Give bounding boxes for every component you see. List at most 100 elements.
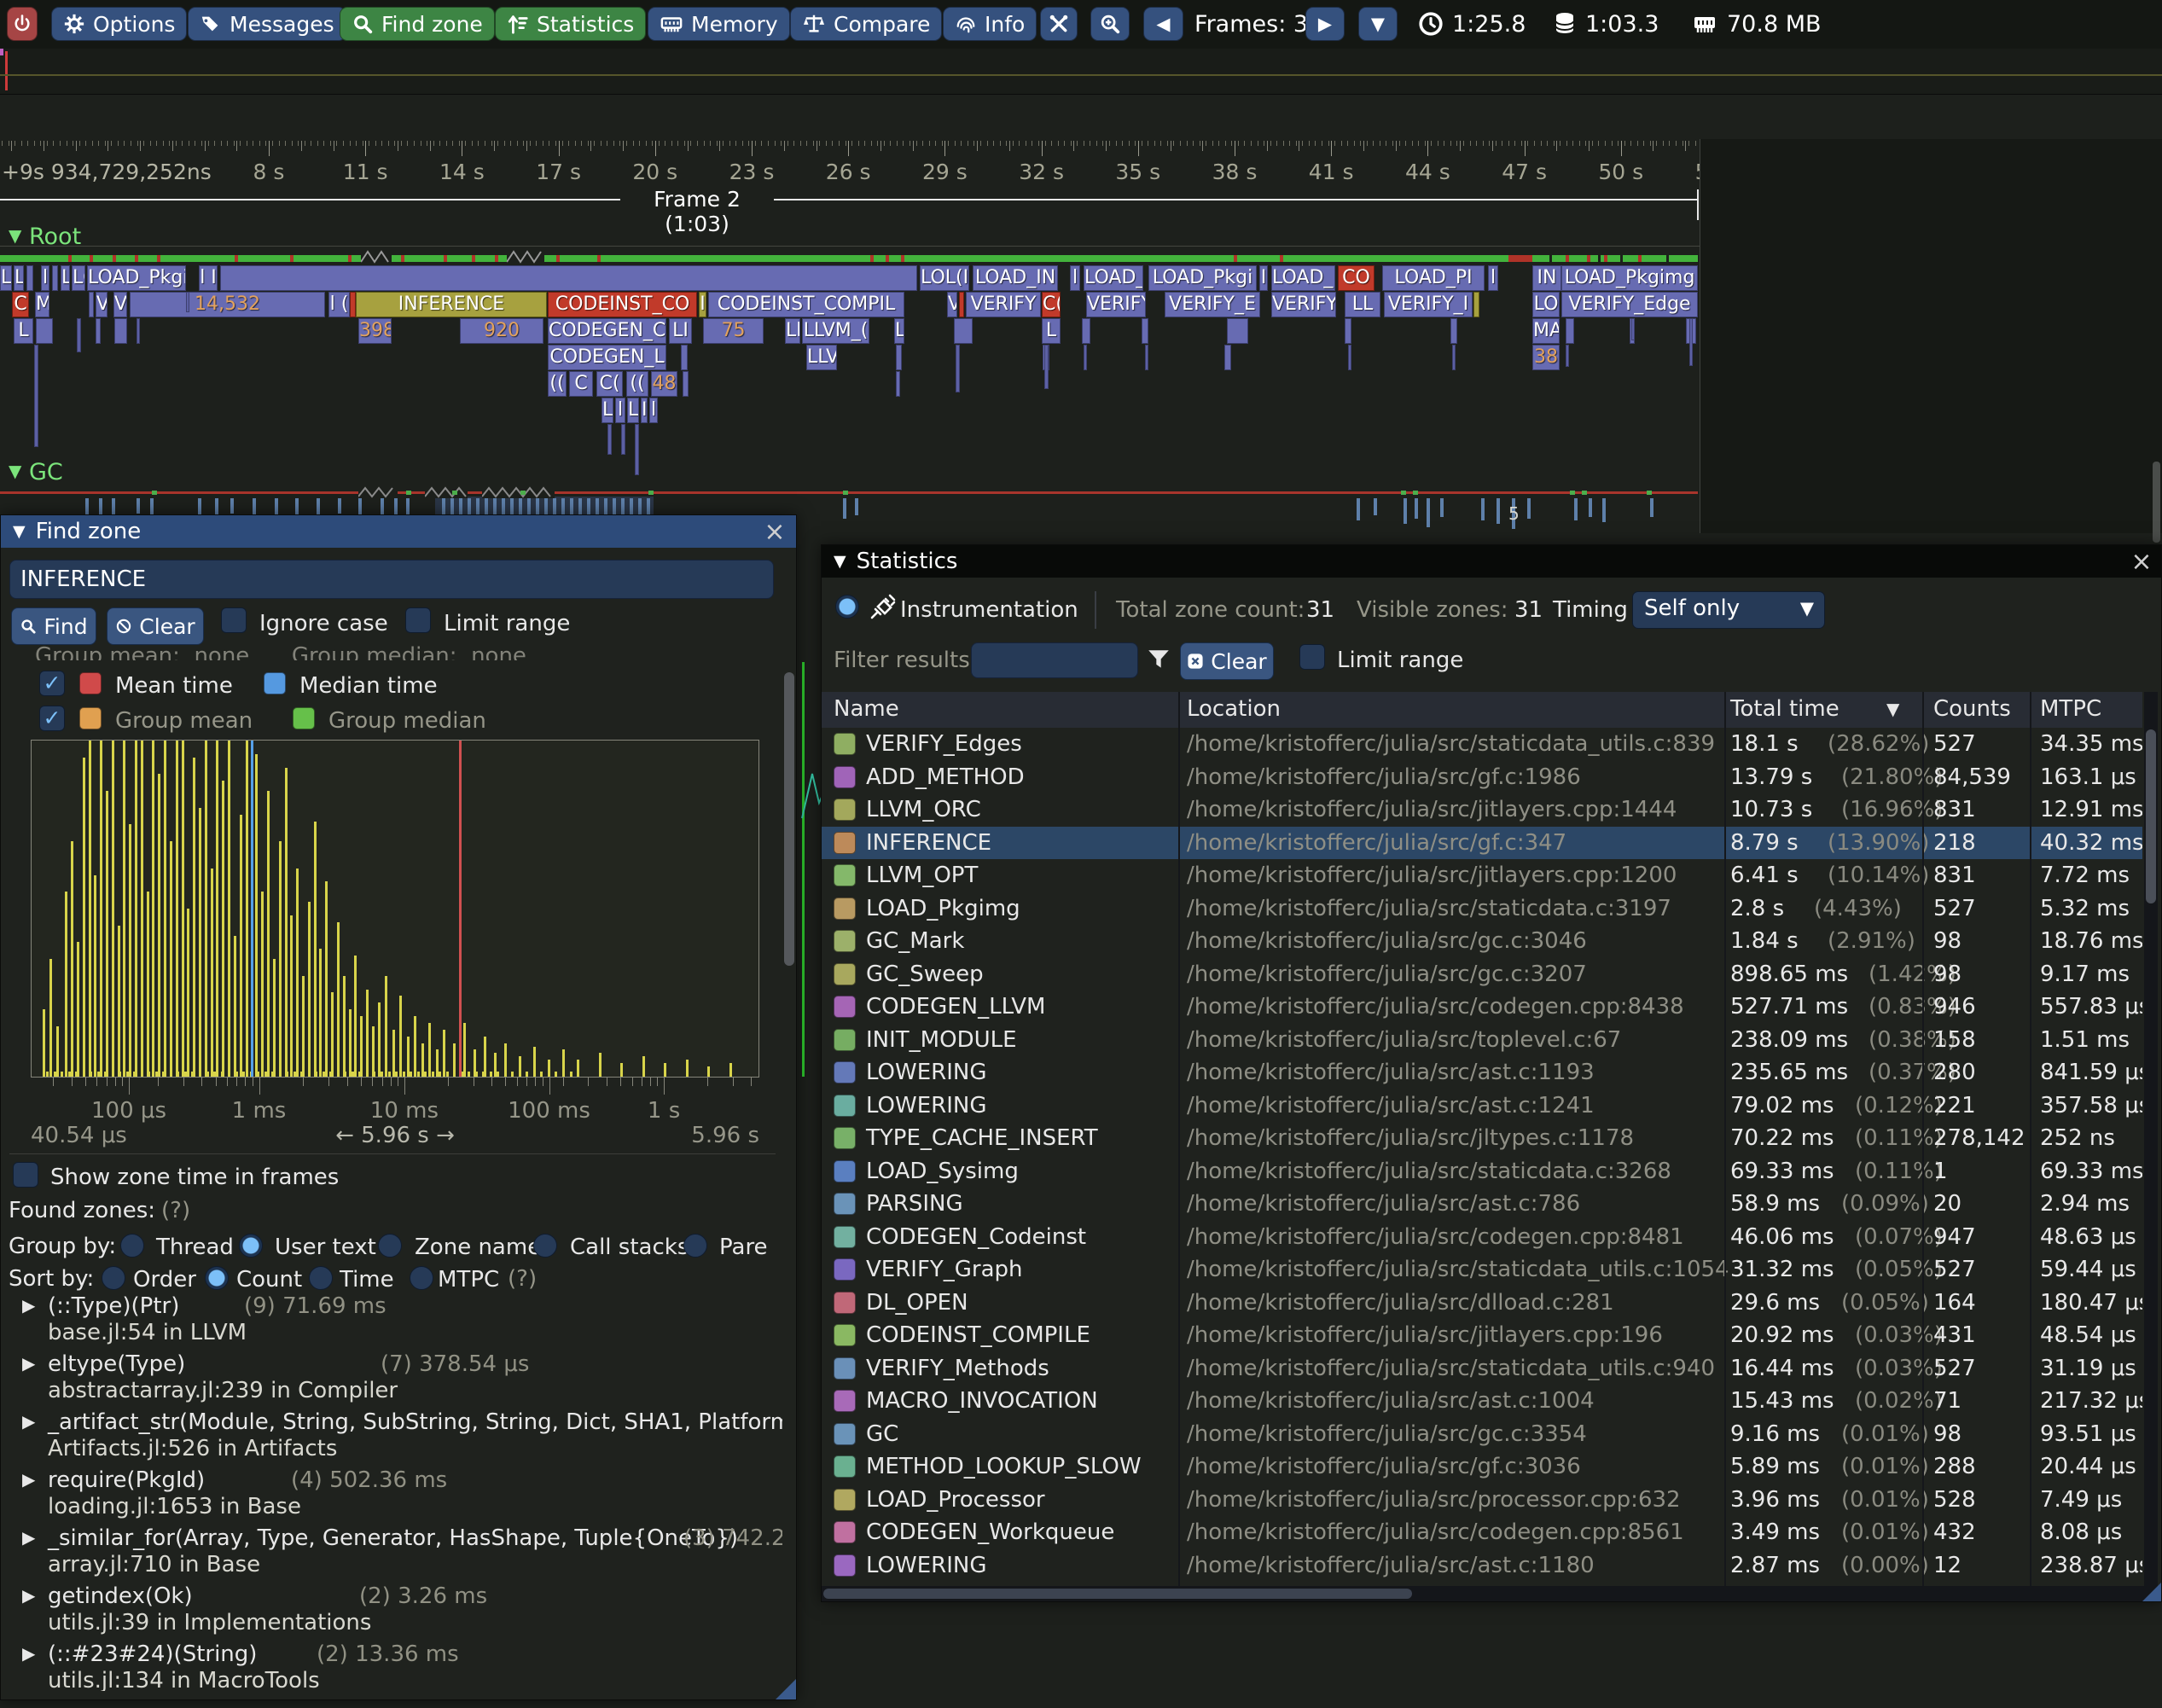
group-by-radio-zone-name[interactable] — [378, 1234, 402, 1258]
flame-zone[interactable]: l ( — [328, 292, 350, 317]
stats-table-row[interactable]: PARSING/home/kristofferc/julia/src/ast.c… — [822, 1188, 2142, 1220]
flame-zone[interactable]: LOAD_IN — [973, 265, 1058, 291]
find-zone-titlebar[interactable]: ▼ Find zone × — [1, 515, 796, 548]
limit-range-checkbox[interactable] — [405, 607, 431, 633]
stats-table-row[interactable]: LLVM_OPT/home/kristofferc/julia/src/jitl… — [822, 859, 2142, 892]
stats-vertical-scroll-track[interactable] — [2144, 692, 2158, 1587]
found-zone-item[interactable]: ▶(::Type)(Ptr)(9) 71.69 msbase.jl:54 in … — [1, 1293, 782, 1351]
expander-icon[interactable]: ▶ — [22, 1585, 35, 1606]
messages-button[interactable]: Messages — [188, 7, 346, 41]
flame-zone[interactable] — [1082, 318, 1090, 344]
flame-zone[interactable] — [96, 318, 101, 344]
tools-button[interactable] — [1040, 7, 1078, 41]
flame-zone[interactable]: C — [12, 292, 29, 317]
expander-icon[interactable]: ▶ — [22, 1643, 35, 1664]
stats-table-row[interactable]: GC_Mark/home/kristofferc/julia/src/gc.c:… — [822, 925, 2142, 957]
flame-zone[interactable] — [1345, 318, 1351, 344]
column-separator[interactable] — [1178, 692, 1180, 1587]
flame-zone[interactable] — [220, 265, 917, 291]
close-find-zone-button[interactable]: × — [760, 517, 789, 547]
found-zones-list[interactable]: ▶(::Type)(Ptr)(9) 71.69 msbase.jl:54 in … — [1, 1293, 782, 1691]
stats-table-row[interactable]: GC_Sweep/home/kristofferc/julia/src/gc.c… — [822, 958, 2142, 991]
flame-zone[interactable]: 920 — [460, 318, 543, 344]
flame-zone[interactable]: VERIFY — [1086, 292, 1146, 317]
statistics-button[interactable]: Statistics — [495, 7, 646, 41]
flame-zone[interactable]: VERIFY_I — [1384, 292, 1473, 317]
stats-horizontal-scroll-thumb[interactable] — [823, 1589, 1412, 1599]
flame-zone[interactable]: L — [1042, 318, 1061, 344]
flame-zone[interactable] — [52, 265, 58, 291]
found-zone-item[interactable]: ▶_artifact_str(Module, String, SubString… — [1, 1409, 782, 1467]
flame-zone[interactable]: L — [627, 398, 639, 423]
flame-zone[interactable]: LLVM_( — [802, 318, 869, 344]
expander-icon[interactable]: ▶ — [22, 1411, 35, 1432]
flame-zone[interactable]: L — [602, 398, 613, 423]
flame-zone[interactable] — [114, 318, 127, 344]
flame-zone[interactable]: LOL(I — [920, 265, 969, 291]
flame-zone[interactable] — [1227, 318, 1248, 344]
stats-table-row[interactable]: LOAD_Processor/home/kristofferc/julia/sr… — [822, 1484, 2142, 1516]
col-total-time[interactable]: Total time — [1730, 696, 1839, 722]
stats-table-row[interactable]: LOWERING/home/kristofferc/julia/src/ast.… — [822, 1056, 2142, 1089]
flame-zone[interactable]: L — [14, 318, 33, 344]
flame-zone[interactable] — [1566, 318, 1574, 344]
stats-table-row[interactable]: CODEINST_COMPILE/home/kristofferc/julia/… — [822, 1319, 2142, 1351]
mean-time-checkbox[interactable]: ✓ — [39, 671, 65, 696]
flame-zone[interactable]: 38 — [1532, 345, 1560, 370]
stats-table-row[interactable]: CODEGEN_Codeinst/home/kristofferc/julia/… — [822, 1221, 2142, 1253]
find-zone-scroll-track[interactable] — [784, 672, 794, 1628]
stats-table-row[interactable]: INFERENCE/home/kristofferc/julia/src/gf.… — [822, 827, 2142, 859]
find-zone-query-input[interactable] — [9, 560, 774, 599]
timeline-vertical-scrollbar[interactable] — [2153, 462, 2160, 543]
group-by-radio-pare[interactable] — [683, 1234, 707, 1258]
stats-table-row[interactable]: LLVM_ORC/home/kristofferc/julia/src/jitl… — [822, 793, 2142, 826]
group-mean-checkbox[interactable]: ✓ — [39, 706, 65, 731]
stats-table-row[interactable]: LOAD_Pkgimg/home/kristofferc/julia/src/s… — [822, 892, 2142, 925]
find-zone-button[interactable]: Find zone — [340, 7, 495, 41]
flame-zone[interactable] — [896, 345, 902, 370]
find-zone-scroll-thumb[interactable] — [784, 672, 794, 966]
column-separator[interactable] — [1724, 692, 1726, 1587]
stats-table-row[interactable]: LOAD_Sysimg/home/kristofferc/julia/src/s… — [822, 1155, 2142, 1188]
close-statistics-button[interactable]: × — [2127, 547, 2156, 577]
flame-zone[interactable]: L — [14, 265, 24, 291]
flame-zone[interactable]: VERIFY_E — [1165, 292, 1260, 317]
group-by-radio-user-text[interactable] — [239, 1234, 263, 1258]
found-zone-item[interactable]: ▶eltype(Type)(7) 378.54 μsabstractarray.… — [1, 1351, 782, 1409]
flame-zone[interactable]: I — [641, 398, 648, 423]
flame-graph[interactable]: LINLlLLCLOAD_Pkgimgl ILOL(ILOAD_INlLOAD_… — [0, 265, 1698, 455]
zone-time-histogram[interactable] — [31, 740, 759, 1078]
funnel-icon[interactable] — [1146, 646, 1171, 673]
flame-zone[interactable]: I — [1259, 265, 1268, 291]
flame-zone[interactable]: L — [61, 265, 70, 291]
flame-zone[interactable] — [896, 371, 900, 397]
find-button[interactable]: Find — [11, 607, 96, 645]
flame-zone[interactable]: LC — [72, 265, 85, 291]
stats-table-row[interactable]: LOWERING/home/kristofferc/julia/src/ast.… — [822, 1549, 2142, 1582]
stats-table-row[interactable]: CODEGEN_LLVM/home/kristofferc/julia/src/… — [822, 991, 2142, 1023]
flame-zone[interactable] — [954, 318, 973, 344]
flame-zone[interactable]: LO — [1532, 292, 1560, 317]
flame-zone[interactable]: LOAD_Pkgimg — [1561, 265, 1698, 291]
stats-table-row[interactable]: VERIFY_Methods/home/kristofferc/julia/sr… — [822, 1352, 2142, 1385]
flame-zone[interactable]: Ll — [785, 318, 800, 344]
flame-zone[interactable]: IN — [1532, 265, 1561, 291]
flame-zone[interactable]: L — [894, 318, 904, 344]
flame-zone[interactable]: l — [1488, 265, 1498, 291]
sort-by-radio-order[interactable] — [102, 1266, 125, 1290]
instrumentation-radio[interactable] — [835, 595, 859, 619]
stats-table-row[interactable]: DL_OPEN/home/kristofferc/julia/src/dlloa… — [822, 1287, 2142, 1319]
flame-zone[interactable]: CODEINST_COMPIL — [708, 292, 904, 317]
flame-zone[interactable]: I — [699, 292, 706, 317]
found-zone-item[interactable]: ▶_similar_for(Array, Type, Generator, Ha… — [1, 1525, 782, 1583]
flame-zone[interactable] — [1450, 318, 1457, 344]
flame-zone[interactable]: CODEGEN_L — [548, 345, 666, 370]
flame-zone[interactable]: V — [113, 292, 127, 317]
found-zone-item[interactable]: ▶getindex(Ok)(2) 3.26 msutils.jl:39 in I… — [1, 1583, 782, 1641]
flame-zone[interactable]: 14,532 — [130, 292, 325, 317]
clear-button[interactable]: Clear — [107, 607, 204, 645]
stats-vertical-scroll-thumb[interactable] — [2146, 729, 2156, 903]
flame-zone[interactable]: (( — [626, 371, 648, 397]
flame-zone[interactable]: MA — [1532, 318, 1560, 344]
flame-zone[interactable]: M — [35, 292, 49, 317]
